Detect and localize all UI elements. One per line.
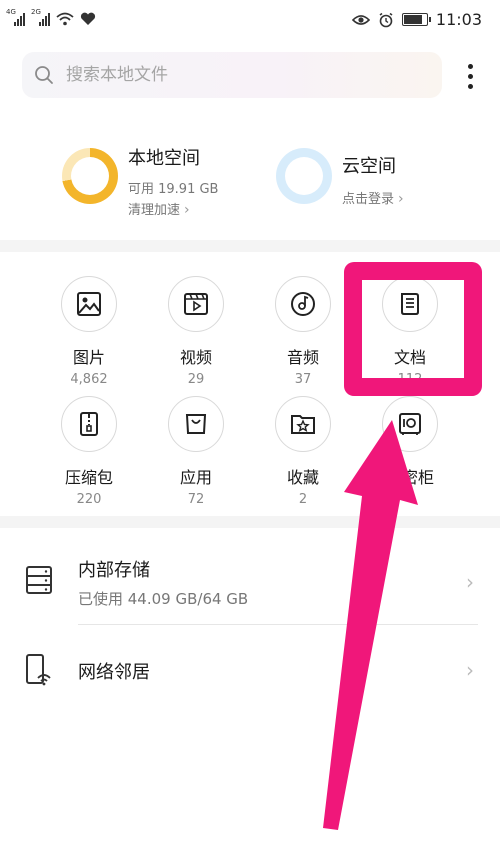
annotation-arrow — [323, 420, 418, 830]
arrow-icon — [323, 420, 418, 830]
